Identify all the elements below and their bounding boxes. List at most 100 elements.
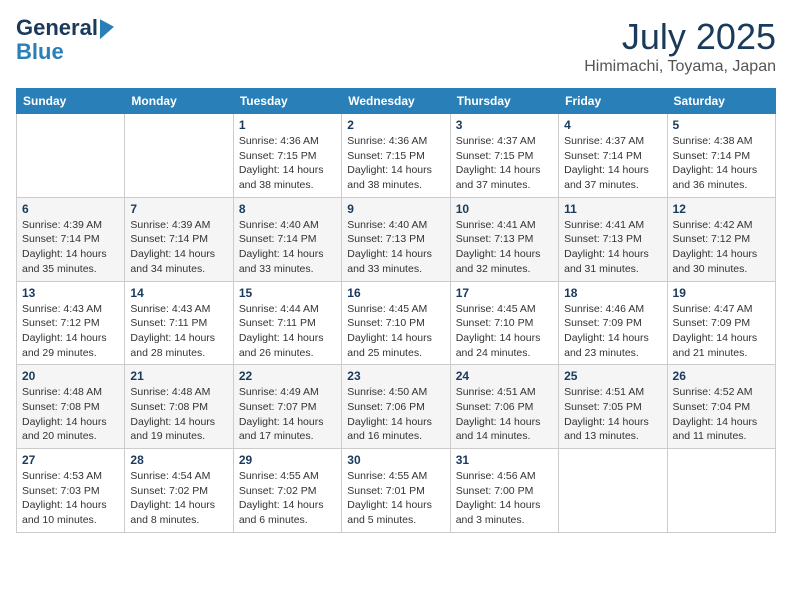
week-row-4: 20 Sunrise: 4:48 AM Sunset: 7:08 PM Dayli… [17, 365, 776, 449]
day-header-friday: Friday [559, 89, 667, 114]
logo: General Blue [16, 16, 114, 64]
day-info: Sunrise: 4:55 AM Sunset: 7:01 PM Dayligh… [347, 469, 444, 528]
day-cell: 13 Sunrise: 4:43 AM Sunset: 7:12 PM Dayli… [17, 281, 125, 365]
day-info: Sunrise: 4:40 AM Sunset: 7:13 PM Dayligh… [347, 218, 444, 277]
week-row-2: 6 Sunrise: 4:39 AM Sunset: 7:14 PM Daylig… [17, 197, 776, 281]
day-header-sunday: Sunday [17, 89, 125, 114]
day-number: 8 [239, 202, 336, 216]
logo-line1: General [16, 16, 98, 40]
day-cell: 31 Sunrise: 4:56 AM Sunset: 7:00 PM Dayli… [450, 449, 558, 533]
day-cell: 5 Sunrise: 4:38 AM Sunset: 7:14 PM Daylig… [667, 114, 775, 198]
day-header-thursday: Thursday [450, 89, 558, 114]
day-info: Sunrise: 4:53 AM Sunset: 7:03 PM Dayligh… [22, 469, 119, 528]
day-number: 2 [347, 118, 444, 132]
day-info: Sunrise: 4:45 AM Sunset: 7:10 PM Dayligh… [347, 302, 444, 361]
day-cell: 20 Sunrise: 4:48 AM Sunset: 7:08 PM Dayli… [17, 365, 125, 449]
month-title: July 2025 [584, 16, 776, 58]
day-number: 5 [673, 118, 770, 132]
day-number: 21 [130, 369, 227, 383]
day-info: Sunrise: 4:44 AM Sunset: 7:11 PM Dayligh… [239, 302, 336, 361]
day-cell: 1 Sunrise: 4:36 AM Sunset: 7:15 PM Daylig… [233, 114, 341, 198]
day-cell: 30Sunrise: 4:55 AM Sunset: 7:01 PM Dayli… [342, 449, 450, 533]
day-number: 24 [456, 369, 553, 383]
day-cell: 11Sunrise: 4:41 AM Sunset: 7:13 PM Dayli… [559, 197, 667, 281]
day-info: Sunrise: 4:50 AM Sunset: 7:06 PM Dayligh… [347, 385, 444, 444]
day-info: Sunrise: 4:36 AM Sunset: 7:15 PM Dayligh… [347, 134, 444, 193]
day-info: Sunrise: 4:37 AM Sunset: 7:14 PM Dayligh… [564, 134, 661, 193]
day-info: Sunrise: 4:41 AM Sunset: 7:13 PM Dayligh… [564, 218, 661, 277]
day-number: 12 [673, 202, 770, 216]
day-number: 9 [347, 202, 444, 216]
week-row-1: 1 Sunrise: 4:36 AM Sunset: 7:15 PM Daylig… [17, 114, 776, 198]
day-cell: 22Sunrise: 4:49 AM Sunset: 7:07 PM Dayli… [233, 365, 341, 449]
day-number: 19 [673, 286, 770, 300]
day-number: 31 [456, 453, 553, 467]
calendar-header-row: SundayMondayTuesdayWednesdayThursdayFrid… [17, 89, 776, 114]
day-number: 27 [22, 453, 119, 467]
day-number: 1 [239, 118, 336, 132]
day-info: Sunrise: 4:43 AM Sunset: 7:12 PM Dayligh… [22, 302, 119, 361]
day-cell: 16Sunrise: 4:45 AM Sunset: 7:10 PM Dayli… [342, 281, 450, 365]
day-info: Sunrise: 4:39 AM Sunset: 7:14 PM Dayligh… [130, 218, 227, 277]
day-info: Sunrise: 4:46 AM Sunset: 7:09 PM Dayligh… [564, 302, 661, 361]
day-cell: 7Sunrise: 4:39 AM Sunset: 7:14 PM Daylig… [125, 197, 233, 281]
day-cell: 29 Sunrise: 4:55 AM Sunset: 7:02 PM Dayli… [233, 449, 341, 533]
day-cell [125, 114, 233, 198]
day-cell: 2 Sunrise: 4:36 AM Sunset: 7:15 PM Daylig… [342, 114, 450, 198]
day-info: Sunrise: 4:55 AM Sunset: 7:02 PM Dayligh… [239, 469, 336, 528]
day-cell: 27 Sunrise: 4:53 AM Sunset: 7:03 PM Dayli… [17, 449, 125, 533]
day-number: 25 [564, 369, 661, 383]
day-cell: 12 Sunrise: 4:42 AM Sunset: 7:12 PM Dayli… [667, 197, 775, 281]
day-cell: 26Sunrise: 4:52 AM Sunset: 7:04 PM Dayli… [667, 365, 775, 449]
day-number: 14 [130, 286, 227, 300]
day-info: Sunrise: 4:48 AM Sunset: 7:08 PM Dayligh… [22, 385, 119, 444]
logo-line2: Blue [16, 40, 64, 64]
day-number: 4 [564, 118, 661, 132]
day-cell: 4 Sunrise: 4:37 AM Sunset: 7:14 PM Daylig… [559, 114, 667, 198]
week-row-5: 27 Sunrise: 4:53 AM Sunset: 7:03 PM Dayli… [17, 449, 776, 533]
day-info: Sunrise: 4:37 AM Sunset: 7:15 PM Dayligh… [456, 134, 553, 193]
day-info: Sunrise: 4:51 AM Sunset: 7:05 PM Dayligh… [564, 385, 661, 444]
day-cell: 14 Sunrise: 4:43 AM Sunset: 7:11 PM Dayli… [125, 281, 233, 365]
day-info: Sunrise: 4:45 AM Sunset: 7:10 PM Dayligh… [456, 302, 553, 361]
day-number: 17 [456, 286, 553, 300]
day-number: 28 [130, 453, 227, 467]
day-cell [17, 114, 125, 198]
day-info: Sunrise: 4:43 AM Sunset: 7:11 PM Dayligh… [130, 302, 227, 361]
day-cell: 3Sunrise: 4:37 AM Sunset: 7:15 PM Daylig… [450, 114, 558, 198]
day-number: 6 [22, 202, 119, 216]
day-header-tuesday: Tuesday [233, 89, 341, 114]
day-number: 18 [564, 286, 661, 300]
day-cell: 8Sunrise: 4:40 AM Sunset: 7:14 PM Daylig… [233, 197, 341, 281]
page-header: General Blue July 2025 Himimachi, Toyama… [16, 16, 776, 76]
day-cell: 9 Sunrise: 4:40 AM Sunset: 7:13 PM Daylig… [342, 197, 450, 281]
day-info: Sunrise: 4:42 AM Sunset: 7:12 PM Dayligh… [673, 218, 770, 277]
day-number: 29 [239, 453, 336, 467]
day-header-monday: Monday [125, 89, 233, 114]
day-cell: 28Sunrise: 4:54 AM Sunset: 7:02 PM Dayli… [125, 449, 233, 533]
day-number: 13 [22, 286, 119, 300]
day-number: 23 [347, 369, 444, 383]
day-cell: 21Sunrise: 4:48 AM Sunset: 7:08 PM Dayli… [125, 365, 233, 449]
day-number: 10 [456, 202, 553, 216]
day-info: Sunrise: 4:36 AM Sunset: 7:15 PM Dayligh… [239, 134, 336, 193]
day-info: Sunrise: 4:38 AM Sunset: 7:14 PM Dayligh… [673, 134, 770, 193]
day-cell [667, 449, 775, 533]
day-cell: 23 Sunrise: 4:50 AM Sunset: 7:06 PM Dayli… [342, 365, 450, 449]
day-info: Sunrise: 4:51 AM Sunset: 7:06 PM Dayligh… [456, 385, 553, 444]
day-cell: 15Sunrise: 4:44 AM Sunset: 7:11 PM Dayli… [233, 281, 341, 365]
day-cell: 10Sunrise: 4:41 AM Sunset: 7:13 PM Dayli… [450, 197, 558, 281]
day-cell: 6Sunrise: 4:39 AM Sunset: 7:14 PM Daylig… [17, 197, 125, 281]
day-cell: 24 Sunrise: 4:51 AM Sunset: 7:06 PM Dayli… [450, 365, 558, 449]
day-number: 20 [22, 369, 119, 383]
week-row-3: 13 Sunrise: 4:43 AM Sunset: 7:12 PM Dayli… [17, 281, 776, 365]
day-info: Sunrise: 4:49 AM Sunset: 7:07 PM Dayligh… [239, 385, 336, 444]
day-cell: 19Sunrise: 4:47 AM Sunset: 7:09 PM Dayli… [667, 281, 775, 365]
title-block: July 2025 Himimachi, Toyama, Japan [584, 16, 776, 76]
day-cell: 17 Sunrise: 4:45 AM Sunset: 7:10 PM Dayli… [450, 281, 558, 365]
day-info: Sunrise: 4:56 AM Sunset: 7:00 PM Dayligh… [456, 469, 553, 528]
calendar-table: SundayMondayTuesdayWednesdayThursdayFrid… [16, 88, 776, 533]
day-header-wednesday: Wednesday [342, 89, 450, 114]
day-cell: 18 Sunrise: 4:46 AM Sunset: 7:09 PM Dayli… [559, 281, 667, 365]
day-header-saturday: Saturday [667, 89, 775, 114]
